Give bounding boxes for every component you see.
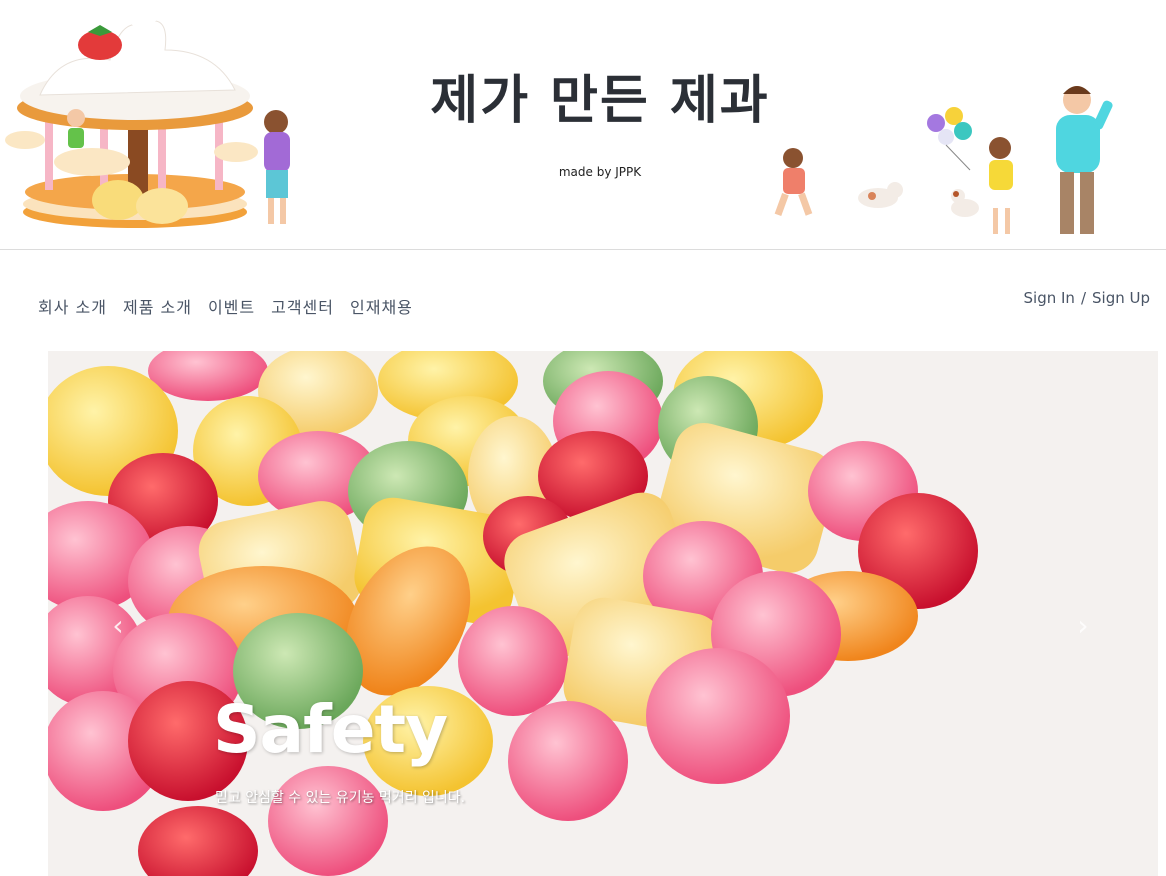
auth-links: Sign In / Sign Up [1024,289,1150,307]
hero-carousel: ‹ › Safety 믿고 안심할 수 있는 유기농 먹거리 입니다. [48,351,1158,876]
nav-item-careers[interactable]: 인재채용 [350,294,413,318]
site-subtitle: made by JPPK [558,165,642,179]
nav-item-events[interactable]: 이벤트 [208,294,255,318]
carousel-cake-illustration [5,8,290,228]
main-nav: 회사 소개 제품 소개 이벤트 고객센터 인재채용 [38,294,413,318]
nav-item-products[interactable]: 제품 소개 [123,294,192,318]
slide-description: 믿고 안심할 수 있는 유기농 먹거리 입니다. [215,790,466,806]
carousel-next-button[interactable]: › [1068,611,1098,641]
slide-title: Safety [213,691,448,768]
family-illustration [774,86,1113,234]
site-header: 제가 만든 제과 made by JPPK [0,0,1166,250]
sign-in-link[interactable]: Sign In [1024,289,1075,307]
auth-separator: / [1080,289,1086,307]
carousel-prev-button[interactable]: ‹ [103,611,133,641]
chevron-right-icon: › [1077,609,1089,642]
sign-up-link[interactable]: Sign Up [1092,289,1150,307]
chevron-left-icon: ‹ [112,609,124,642]
nav-item-support[interactable]: 고객센터 [271,294,334,318]
nav-item-company[interactable]: 회사 소개 [38,294,107,318]
